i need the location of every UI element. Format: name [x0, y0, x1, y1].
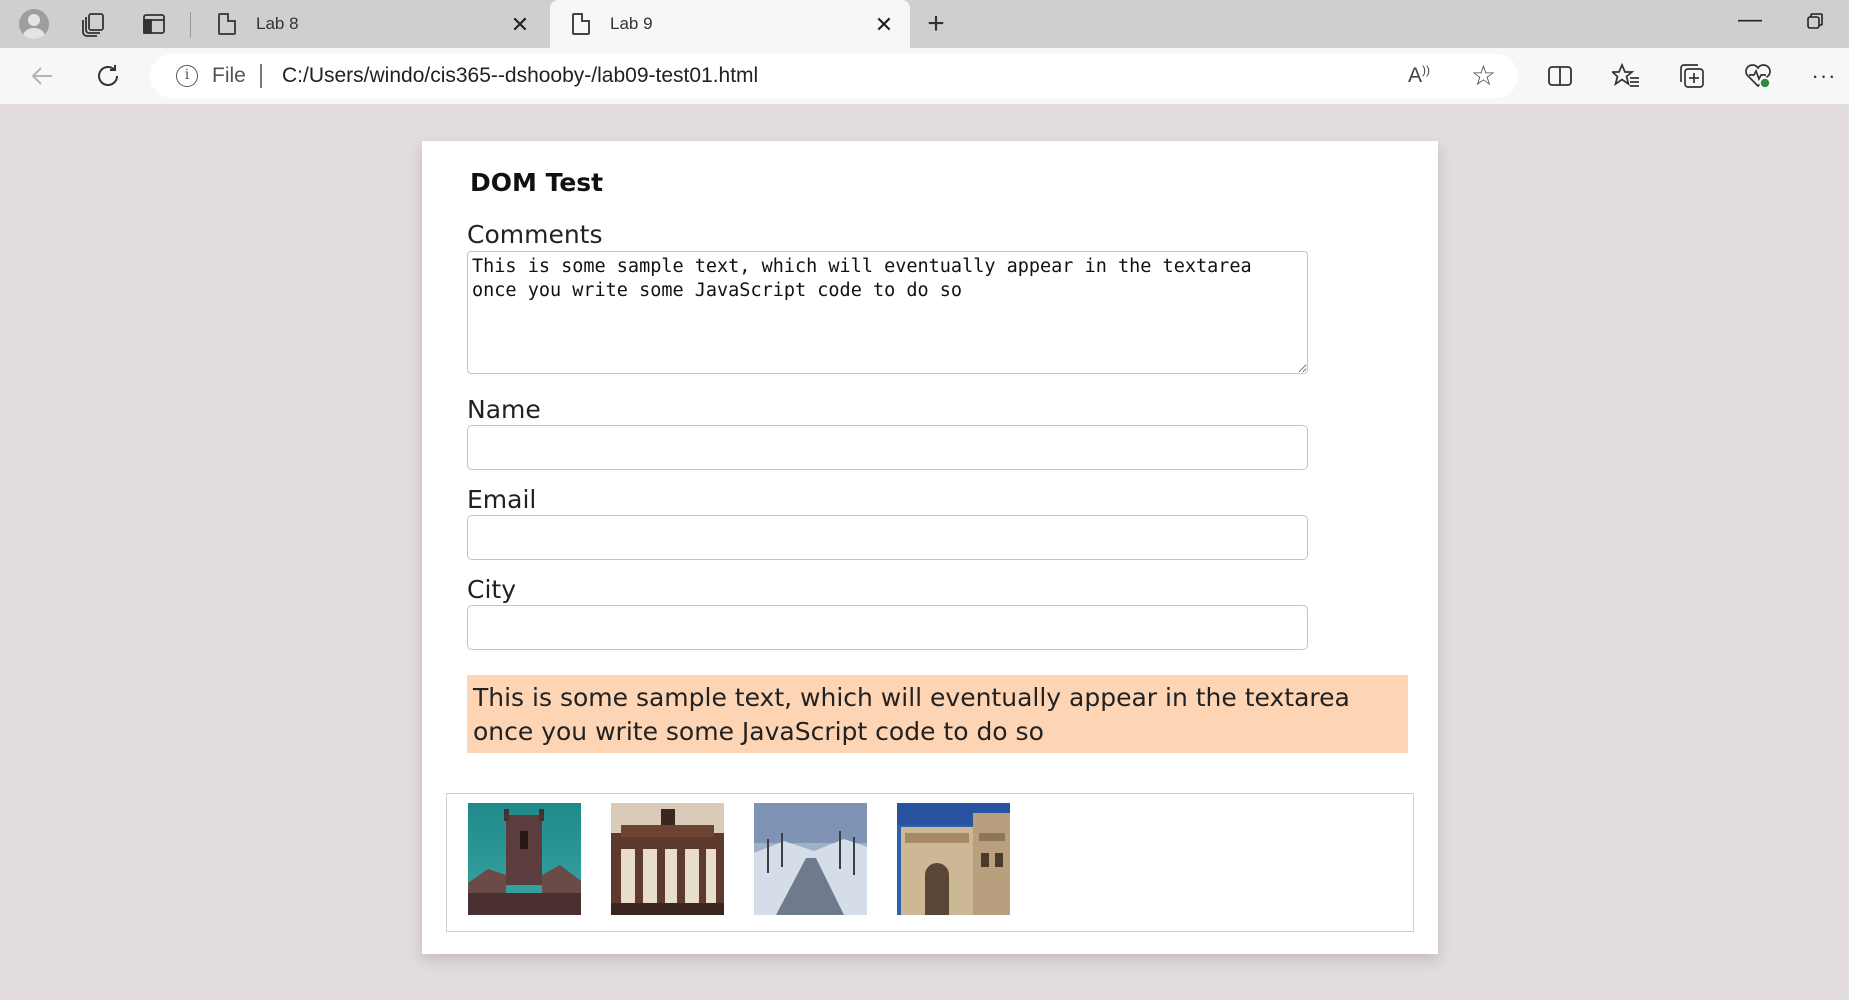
vertical-tabs-icon[interactable]	[138, 8, 170, 40]
site-info-icon[interactable]: i	[176, 65, 198, 87]
tab-lab8[interactable]: Lab 8 ✕	[196, 0, 546, 48]
city-input[interactable]	[467, 605, 1308, 650]
favorites-icon[interactable]	[1610, 60, 1642, 92]
read-aloud-label: A	[1407, 64, 1422, 87]
browser-toolbar: i File C:/Users/windo/cis365--dshooby-/l…	[0, 48, 1849, 104]
close-tab-icon[interactable]: ✕	[508, 12, 532, 38]
more-options-icon[interactable]: ···	[1808, 60, 1840, 92]
address-bar[interactable]: i File C:/Users/windo/cis365--dshooby-/l…	[150, 54, 1518, 98]
minimize-icon[interactable]: —	[1738, 6, 1762, 34]
divider	[260, 64, 262, 88]
read-aloud-icon[interactable]: A))	[1408, 63, 1430, 88]
back-icon[interactable]	[26, 60, 58, 92]
form-card: DOM Test Comments This is some sample te…	[422, 141, 1438, 954]
profile-avatar-icon[interactable]	[18, 8, 50, 40]
thumbnail-gallery	[446, 793, 1414, 932]
output-panel: This is some sample text, which will eve…	[467, 675, 1408, 753]
restore-icon[interactable]	[1806, 12, 1824, 36]
tab-strip: Lab 8 ✕ Lab 9 ✕ + —	[0, 0, 1849, 48]
browser-essentials-icon[interactable]	[1742, 60, 1774, 92]
city-label: City	[467, 575, 516, 604]
name-label: Name	[467, 395, 541, 424]
comments-textarea[interactable]: This is some sample text, which will eve…	[467, 251, 1308, 374]
document-icon	[218, 13, 236, 35]
thumbnail-arch-of-septimius-severus[interactable]	[897, 803, 1010, 915]
close-tab-icon[interactable]: ✕	[872, 12, 896, 38]
page-title: DOM Test	[470, 168, 604, 197]
tab-lab9[interactable]: Lab 9 ✕	[550, 0, 910, 48]
thumbnail-snowy-road[interactable]	[754, 803, 867, 915]
email-label: Email	[467, 485, 537, 514]
tab-title: Lab 9	[610, 14, 653, 33]
comments-label: Comments	[467, 220, 603, 249]
tab-separator	[190, 12, 191, 38]
tab-title: Lab 8	[256, 14, 299, 33]
name-input[interactable]	[467, 425, 1308, 470]
thumbnail-church-tower[interactable]	[468, 803, 581, 915]
collections-icon[interactable]	[1676, 60, 1708, 92]
favorite-star-icon[interactable]: ☆	[1471, 59, 1496, 92]
refresh-icon[interactable]	[92, 60, 124, 92]
document-icon	[572, 13, 590, 35]
split-screen-icon[interactable]	[1544, 60, 1576, 92]
workspaces-icon[interactable]	[78, 8, 110, 40]
thumbnail-brandenburg-gate[interactable]	[611, 803, 724, 915]
email-input[interactable]	[467, 515, 1308, 560]
new-tab-icon[interactable]: +	[920, 7, 952, 40]
scheme-label: File	[212, 64, 246, 87]
url-text[interactable]: C:/Users/windo/cis365--dshooby-/lab09-te…	[282, 64, 758, 88]
